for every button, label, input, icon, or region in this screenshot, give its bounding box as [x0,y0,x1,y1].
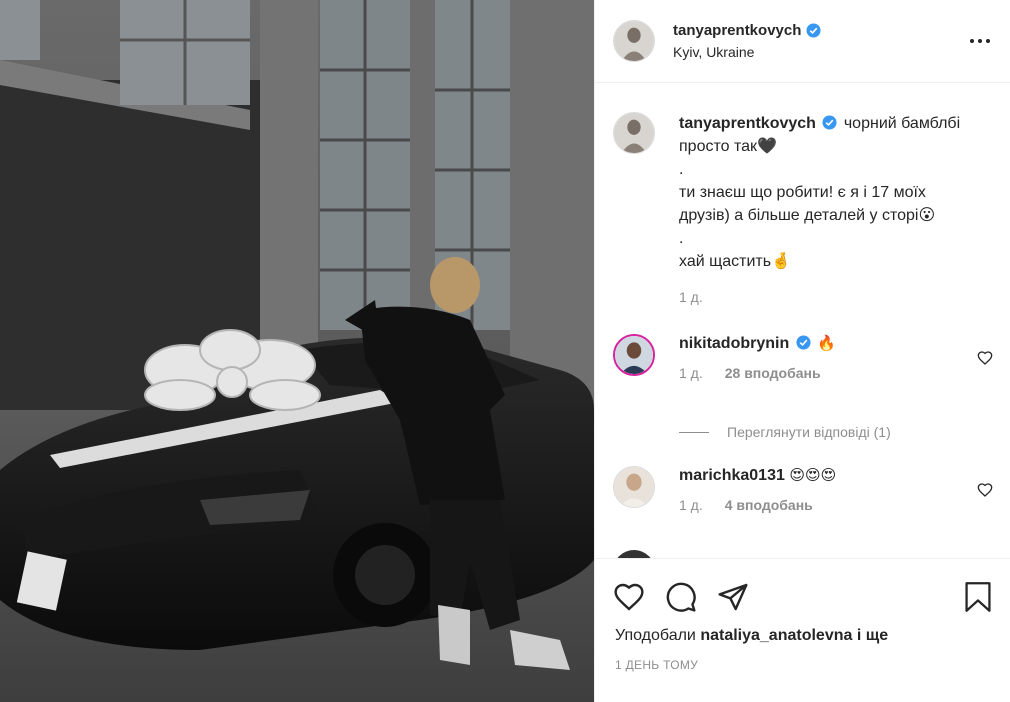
comment-text: 😍😍😍 [789,467,837,484]
post-date[interactable]: 1 ДЕНЬ ТОМУ [615,658,698,672]
replies-divider [679,431,709,433]
commenter-avatar-partial[interactable] [613,550,655,558]
caption-line: . [679,161,684,178]
view-replies-button[interactable]: Переглянути відповіді (1) [679,424,891,440]
caption-line: хай щастить🤞 [679,253,792,270]
like-heart-icon[interactable] [613,581,645,613]
caption-line: ти знаєш що робити! є я і 17 моїх [679,184,926,201]
author-username[interactable]: tanyaprentkovych [673,22,821,39]
comment-bubble-icon[interactable] [665,581,697,613]
post-header: tanyaprentkovych Kyiv, Ukraine [595,0,1010,83]
post-photo[interactable] [0,0,594,702]
comment-time[interactable]: 1 д. [679,497,703,513]
caption-author-avatar[interactable] [613,112,655,154]
post-photo-image [0,0,594,702]
like-comment-heart-icon[interactable] [977,482,993,498]
post-side-panel: tanyaprentkovych Kyiv, Ukraine tanyapren… [594,0,1010,702]
more-options-icon[interactable] [970,33,992,49]
verified-badge-icon [822,115,837,130]
share-paper-plane-icon[interactable] [717,581,749,613]
like-comment-heart-icon[interactable] [977,350,993,366]
likes-others[interactable]: і ще [857,627,888,644]
liked-by-user[interactable]: nataliya_anatolevna [700,627,852,644]
post-caption: tanyaprentkovych чорний бамблбі просто т… [613,112,993,309]
comment-item: nikitadobrynin 🔥 1 д. 28 вподобань [613,334,993,381]
comments-section: tanyaprentkovych чорний бамблбі просто т… [595,84,1010,558]
save-bookmark-icon[interactable] [964,581,992,613]
post-actions: Уподобали nataliya_anatolevna і ще 1 ДЕН… [595,558,1010,702]
caption-line: просто так🖤 [679,138,777,155]
caption-line: друзів) а більше деталей у сторі😮 [679,207,936,224]
verified-badge-icon [806,23,821,38]
comment-likes[interactable]: 28 вподобань [725,365,821,381]
caption-username[interactable]: tanyaprentkovych [679,115,816,132]
caption-line: чорний бамблбі [843,115,961,132]
author-avatar[interactable] [613,20,655,62]
commenter-username[interactable]: nikitadobrynin [679,335,789,352]
comment-text: 🔥 [817,335,836,352]
comment-time[interactable]: 1 д. [679,365,703,381]
comment-likes[interactable]: 4 вподобань [725,497,813,513]
comment-item: marichka0131 😍😍😍 1 д. 4 вподобань [613,466,993,513]
caption-time[interactable]: 1 д. [679,286,993,309]
commenter-avatar[interactable] [613,466,655,508]
caption-line: . [679,230,684,247]
verified-badge-icon [796,335,811,350]
post-location[interactable]: Kyiv, Ukraine [673,44,821,60]
commenter-username[interactable]: marichka0131 [679,467,785,484]
commenter-avatar[interactable] [613,334,655,376]
likes-summary: Уподобали nataliya_anatolevna і ще [615,627,889,644]
